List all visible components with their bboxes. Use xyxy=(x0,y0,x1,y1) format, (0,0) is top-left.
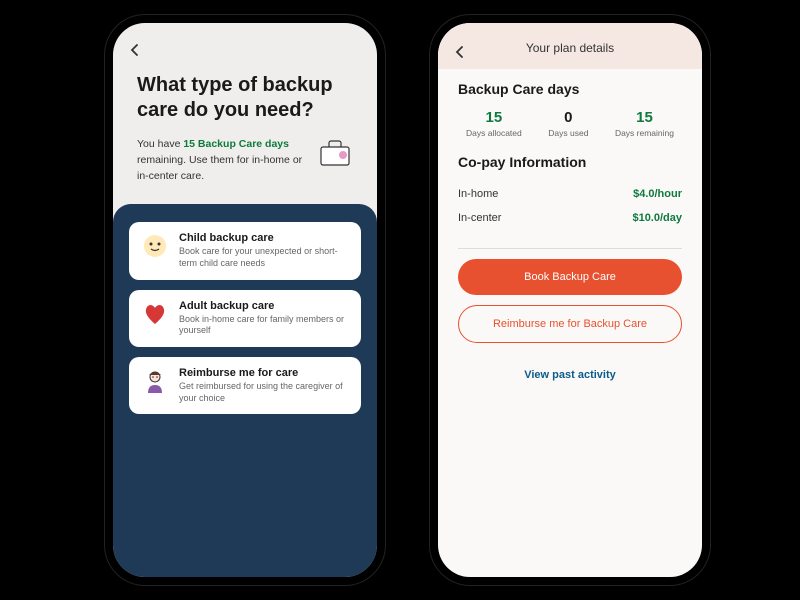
back-button[interactable] xyxy=(454,41,466,64)
stat-allocated: 15 Days allocated xyxy=(466,109,522,138)
card-title: Reimburse me for care xyxy=(179,367,349,379)
briefcase-icon xyxy=(317,137,353,167)
header-title: Your plan details xyxy=(438,41,702,55)
copay-title: Co-pay Information xyxy=(458,154,682,170)
options-panel: Child backup care Book care for your une… xyxy=(113,204,377,577)
stat-remaining: 15 Days remaining xyxy=(615,109,674,138)
card-title: Adult backup care xyxy=(179,300,349,312)
screen-right: Your plan details Backup Care days 15 Da… xyxy=(438,23,702,577)
copay-row-inhome: In-home $4.0/hour xyxy=(458,182,682,206)
card-desc: Get reimbursed for using the caregiver o… xyxy=(179,381,349,404)
heart-icon xyxy=(141,300,169,328)
copay-row-incenter: In-center $10.0/day xyxy=(458,206,682,230)
child-icon xyxy=(141,232,169,260)
book-backup-care-button[interactable]: Book Backup Care xyxy=(458,259,682,295)
back-button[interactable] xyxy=(129,39,141,62)
decorative-dots xyxy=(0,0,120,600)
header-bar: Your plan details xyxy=(438,23,702,69)
subtitle: You have 15 Backup Care days remaining. … xyxy=(137,137,305,184)
screen-left: What type of backup care do you need? Yo… xyxy=(113,23,377,577)
card-desc: Book in-home care for family members or … xyxy=(179,314,349,337)
reimburse-button[interactable]: Reimburse me for Backup Care xyxy=(458,305,682,343)
view-past-activity-link[interactable]: View past activity xyxy=(458,357,682,393)
divider xyxy=(458,248,682,249)
phone-frame-right: Your plan details Backup Care days 15 Da… xyxy=(430,15,710,585)
stat-used: 0 Days used xyxy=(548,109,588,138)
phone-frame-left: What type of backup care do you need? Yo… xyxy=(105,15,385,585)
card-adult-care[interactable]: Adult backup care Book in-home care for … xyxy=(129,290,361,347)
card-desc: Book care for your unexpected or short-t… xyxy=(179,246,349,269)
card-child-care[interactable]: Child backup care Book care for your une… xyxy=(129,222,361,279)
card-reimburse[interactable]: Reimburse me for care Get reimbursed for… xyxy=(129,357,361,414)
stats-row: 15 Days allocated 0 Days used 15 Days re… xyxy=(458,109,682,138)
backup-days-title: Backup Care days xyxy=(458,81,682,97)
card-title: Child backup care xyxy=(179,232,349,244)
page-title: What type of backup care do you need? xyxy=(137,73,353,123)
person-icon xyxy=(141,367,169,395)
